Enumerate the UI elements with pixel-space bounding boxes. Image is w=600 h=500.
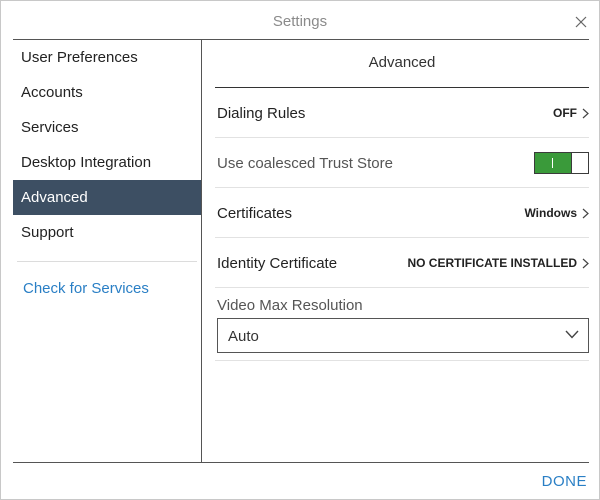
certificates-label: Certificates bbox=[217, 205, 293, 222]
sidebar-item-advanced[interactable]: Advanced bbox=[13, 180, 201, 215]
close-icon bbox=[575, 16, 587, 28]
title-bar: Settings bbox=[1, 1, 599, 41]
identity-certificate-label: Identity Certificate bbox=[217, 255, 338, 272]
dialing-rules-label: Dialing Rules bbox=[217, 105, 306, 122]
identity-certificate-value: NO CERTIFICATE INSTALLED bbox=[407, 256, 577, 270]
advanced-panel: Advanced Dialing Rules OFF Use coalesced… bbox=[215, 40, 589, 361]
identity-certificate-value-group: NO CERTIFICATE INSTALLED bbox=[407, 256, 589, 270]
sidebar-item-user-preferences[interactable]: User Preferences bbox=[13, 40, 201, 75]
video-resolution-block: Video Max Resolution Auto bbox=[215, 288, 589, 361]
chevron-right-icon bbox=[582, 108, 589, 118]
trust-store-row: Use coalesced Trust Store bbox=[215, 138, 589, 188]
check-for-services-link[interactable]: Check for Services bbox=[13, 279, 201, 299]
toggle-knob bbox=[571, 153, 588, 173]
sidebar: User Preferences Accounts Services Deskt… bbox=[13, 40, 201, 299]
sidebar-item-accounts[interactable]: Accounts bbox=[13, 75, 201, 110]
settings-window: Settings User Preferences Accounts Servi… bbox=[0, 0, 600, 500]
frame-bottom-divider bbox=[13, 462, 589, 463]
trust-store-label: Use coalesced Trust Store bbox=[217, 155, 393, 172]
sidebar-separator bbox=[17, 261, 197, 262]
close-button[interactable] bbox=[573, 14, 589, 30]
dialing-rules-row[interactable]: Dialing Rules OFF bbox=[215, 88, 589, 138]
video-resolution-select[interactable]: Auto bbox=[217, 318, 589, 353]
toggle-on-track bbox=[535, 153, 571, 173]
certificates-value-group: Windows bbox=[524, 206, 589, 220]
panel-title: Advanced bbox=[215, 40, 589, 88]
identity-certificate-row[interactable]: Identity Certificate NO CERTIFICATE INST… bbox=[215, 238, 589, 288]
chevron-right-icon bbox=[582, 208, 589, 218]
certificates-row[interactable]: Certificates Windows bbox=[215, 188, 589, 238]
chevron-right-icon bbox=[582, 258, 589, 268]
video-resolution-label: Video Max Resolution bbox=[217, 297, 363, 314]
sidebar-item-services[interactable]: Services bbox=[13, 110, 201, 145]
dialing-rules-value: OFF bbox=[553, 106, 577, 120]
sidebar-item-support[interactable]: Support bbox=[13, 215, 201, 250]
chevron-down-icon bbox=[565, 330, 579, 339]
done-button[interactable]: DONE bbox=[542, 473, 587, 490]
window-title: Settings bbox=[272, 13, 328, 30]
dialing-rules-value-group: OFF bbox=[553, 106, 589, 120]
video-resolution-selected: Auto bbox=[228, 328, 259, 345]
sidebar-item-desktop-integration[interactable]: Desktop Integration bbox=[13, 145, 201, 180]
certificates-value: Windows bbox=[524, 206, 577, 220]
trust-store-toggle[interactable] bbox=[534, 152, 589, 174]
frame-vertical-divider bbox=[201, 39, 202, 463]
